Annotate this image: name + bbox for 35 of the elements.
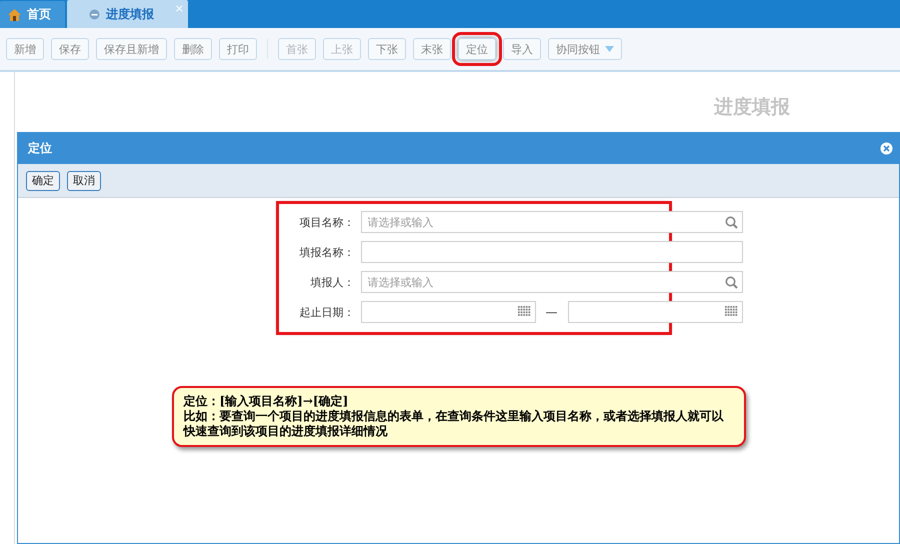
toolbar-button[interactable]: 新增 — [6, 38, 44, 60]
toolbar-button[interactable]: 末张 — [413, 38, 451, 60]
lookup-field[interactable]: 请选择或输入 — [360, 211, 742, 233]
close-icon[interactable] — [880, 142, 893, 155]
toolbar-button[interactable]: 打印 — [219, 38, 257, 60]
range-dash: — — [546, 305, 558, 319]
calendar-icon[interactable] — [724, 306, 738, 317]
toolbar-button[interactable]: 导入 — [503, 38, 541, 60]
page-title: 进度填报 — [714, 95, 790, 120]
date-field[interactable] — [360, 301, 536, 323]
field-label: 填报人： — [310, 274, 354, 290]
field-label: 项目名称： — [298, 214, 354, 230]
home-icon — [8, 8, 21, 20]
circle-icon — [89, 8, 100, 20]
dialog-title: 定位 — [28, 140, 52, 157]
dialog-button[interactable]: 取消 — [67, 170, 101, 190]
lookup-field[interactable]: 请选择或输入 — [360, 271, 742, 293]
note-text: 比如：要查询一个项目的进度填报信息的表单，在查询条件这里输入项目名称，或者选择填报人就可以快速查询到该项目的进度填报详细情况 — [184, 409, 725, 439]
input-field[interactable] — [360, 241, 742, 263]
field-label: 起止日期： — [298, 304, 354, 320]
note-title: 定位：[输入项目名称]→[确定] — [184, 394, 350, 409]
toolbar-button[interactable]: 保存且新增 — [96, 38, 167, 60]
field-label: 填报名称： — [298, 244, 354, 260]
calendar-icon[interactable] — [518, 306, 530, 317]
dropdown-button[interactable]: 协同按钮 — [548, 38, 622, 60]
tab[interactable]: 进度填报 × — [67, 0, 188, 28]
toolbar-button[interactable]: 下张 — [368, 38, 406, 60]
caret-icon — [605, 46, 614, 52]
tab[interactable]: 首页 — [0, 1, 65, 28]
date-field[interactable] — [568, 301, 742, 323]
dialog-button[interactable]: 确定 — [26, 170, 60, 190]
search-icon[interactable] — [724, 276, 738, 289]
search-icon[interactable] — [724, 216, 738, 229]
toolbar-button[interactable]: 保存 — [51, 38, 89, 60]
toolbar-button[interactable]: 删除 — [174, 38, 212, 60]
